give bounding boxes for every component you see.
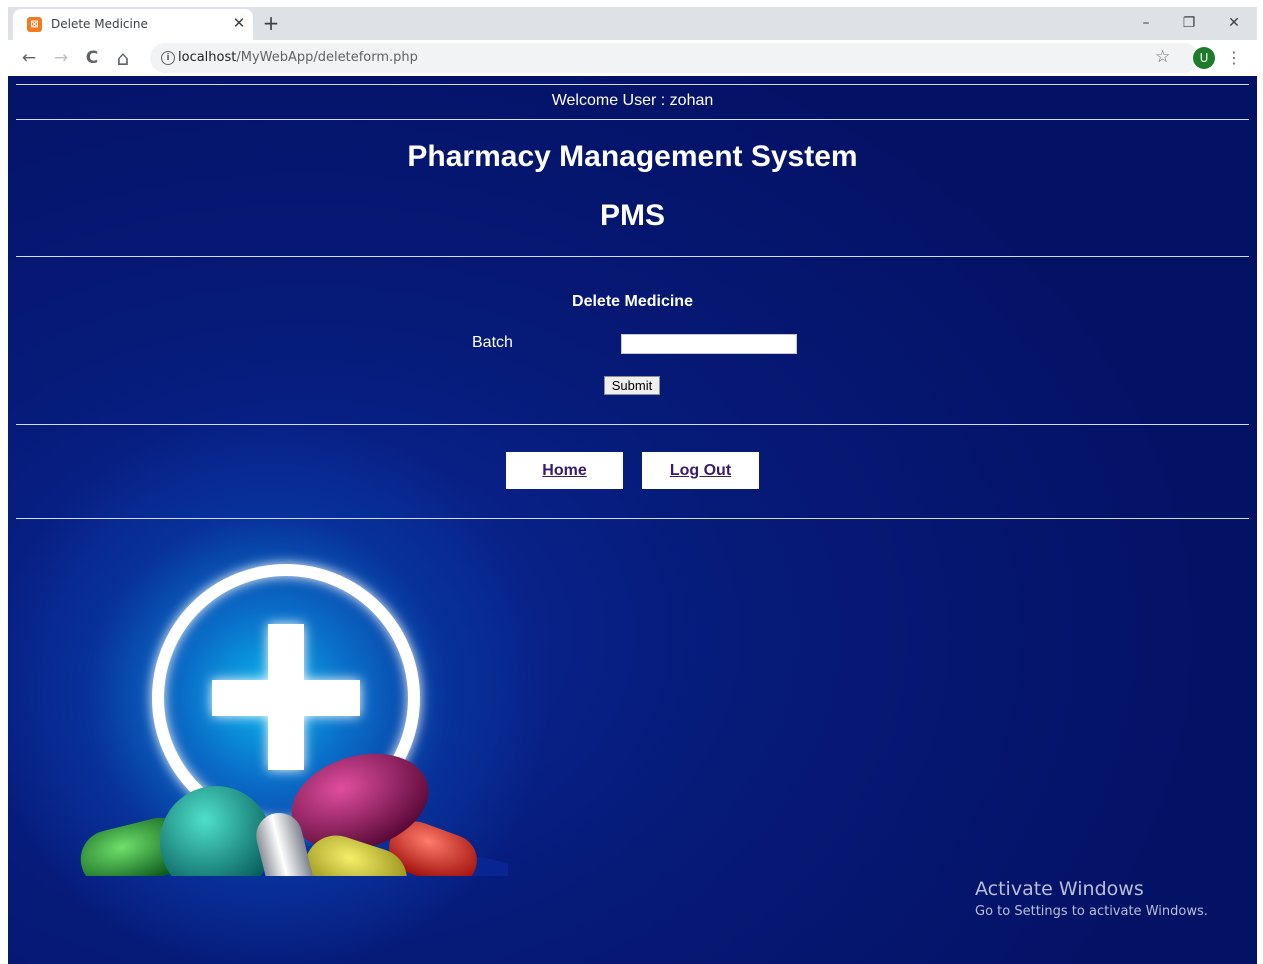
activate-windows-watermark: Activate Windows Go to Settings to activ… [975, 878, 1208, 919]
xampp-favicon-icon: ⊠ [27, 17, 42, 32]
bookmark-star-icon[interactable]: ☆ [1155, 47, 1170, 67]
logout-link-box: Log Out [642, 452, 759, 489]
batch-input[interactable] [621, 334, 797, 354]
reload-icon[interactable]: C [81, 47, 103, 69]
profile-avatar[interactable]: U [1193, 47, 1215, 69]
separator-top [16, 84, 1249, 85]
new-tab-button[interactable]: + [261, 11, 281, 35]
window-close-button[interactable]: ✕ [1219, 11, 1249, 35]
forward-arrow-icon[interactable]: → [50, 47, 72, 69]
restore-button[interactable]: ❐ [1174, 11, 1204, 35]
teal-pill [160, 786, 272, 876]
batch-label: Batch [472, 334, 513, 351]
welcome-text: Welcome User : zohan [551, 92, 714, 109]
browser-chrome: ⊠ Delete Medicine ✕ + – ❐ ✕ ← → C ⌂ i lo… [8, 7, 1257, 76]
page-body: Welcome User : zohan Pharmacy Management… [8, 76, 1257, 964]
logout-link[interactable]: Log Out [670, 462, 731, 479]
url-path: /MyWebApp/deleteform.php [236, 50, 418, 65]
tab-title: Delete Medicine [51, 17, 148, 31]
back-arrow-icon[interactable]: ← [18, 47, 40, 69]
watermark-line1: Activate Windows [975, 878, 1144, 900]
info-icon[interactable]: i [161, 51, 175, 65]
separator-form [16, 424, 1249, 425]
page-subtitle: PMS [599, 199, 665, 232]
watermark-line2: Go to Settings to activate Windows. [975, 904, 1208, 919]
url-text[interactable]: localhost/MyWebApp/deleteform.php [178, 50, 418, 65]
tab-close-icon[interactable]: ✕ [231, 14, 247, 32]
minimize-button[interactable]: – [1131, 11, 1161, 35]
home-icon[interactable]: ⌂ [112, 47, 134, 69]
url-host: localhost [178, 50, 237, 65]
home-link-box: Home [506, 452, 623, 489]
home-link[interactable]: Home [542, 462, 586, 479]
browser-tab[interactable]: ⊠ Delete Medicine ✕ [13, 9, 253, 40]
submit-button[interactable]: Submit [604, 376, 660, 395]
browser-toolbar: ← → C ⌂ i localhost/MyWebApp/deleteform.… [8, 40, 1257, 76]
page-title: Pharmacy Management System [407, 140, 858, 173]
address-bar[interactable]: i localhost/MyWebApp/deleteform.php ☆ [150, 43, 1199, 73]
medical-cross-pills-illustration [80, 564, 508, 876]
kebab-menu-icon[interactable]: ⋮ [1226, 47, 1242, 69]
separator-welcome [16, 119, 1249, 120]
form-title: Delete Medicine [572, 293, 693, 310]
tab-strip: ⊠ Delete Medicine ✕ + – ❐ ✕ [8, 7, 1257, 40]
medical-cross-icon [212, 624, 360, 770]
separator-header [16, 256, 1249, 257]
